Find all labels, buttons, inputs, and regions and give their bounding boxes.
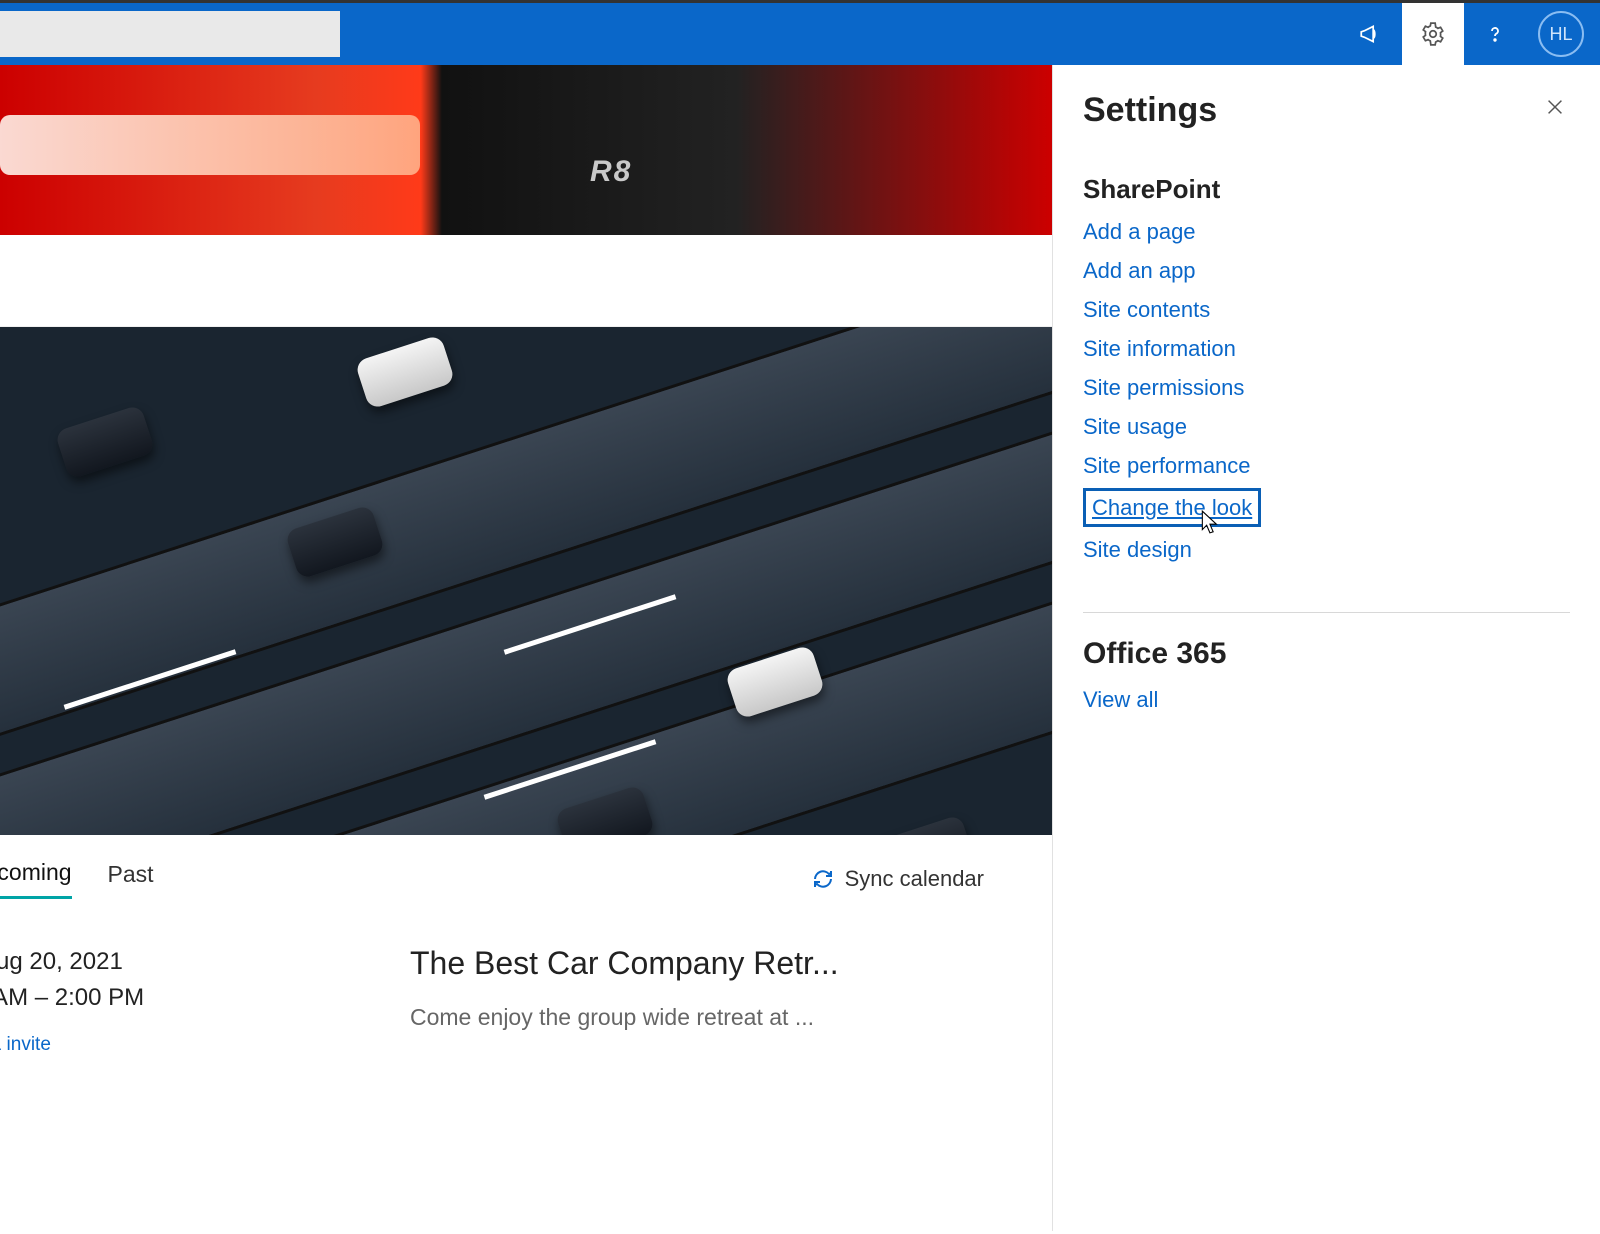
refresh-icon — [811, 867, 835, 891]
link-view-all[interactable]: View all — [1083, 687, 1158, 712]
office365-heading: Office 365 — [1083, 637, 1570, 671]
panel-divider — [1083, 612, 1570, 613]
title-strip — [0, 235, 1052, 327]
search-input[interactable] — [0, 11, 340, 57]
link-site-permissions[interactable]: Site permissions — [1083, 371, 1244, 404]
link-add-page[interactable]: Add a page — [1083, 215, 1196, 248]
tab-upcoming[interactable]: Upcoming — [0, 859, 72, 899]
event-title[interactable]: The Best Car Company Retr... — [410, 945, 1022, 982]
close-icon[interactable] — [1540, 91, 1570, 127]
event-invite-link[interactable]: Save & invite — [0, 1032, 410, 1059]
traffic-image — [0, 327, 1052, 835]
sharepoint-heading: SharePoint — [1083, 174, 1570, 205]
settings-panel: Settings SharePoint Add a page Add an ap… — [1052, 65, 1600, 1231]
hero-banner: R8 — [0, 65, 1052, 235]
event-item: Fri, Aug 20, 2021 9:00 AM – 2:00 PM Save… — [0, 905, 1052, 1059]
events-section: Upcoming Past Sync calendar Fri, Aug 20,… — [0, 835, 1052, 1059]
link-site-performance[interactable]: Site performance — [1083, 449, 1251, 482]
main-content: R8 Upcoming Past — [0, 65, 1052, 1231]
link-add-app[interactable]: Add an app — [1083, 254, 1196, 287]
hero-badge-text: R8 — [590, 155, 632, 189]
megaphone-icon[interactable] — [1340, 3, 1402, 65]
sharepoint-links: Add a page Add an app Site contents Site… — [1083, 215, 1570, 566]
sync-label: Sync calendar — [845, 866, 984, 892]
event-date: Fri, Aug 20, 2021 — [0, 945, 410, 979]
tab-past[interactable]: Past — [108, 861, 154, 898]
sync-calendar-button[interactable]: Sync calendar — [811, 866, 1024, 892]
event-description: Come enjoy the group wide retreat at ... — [410, 1004, 1022, 1031]
header-actions: HL — [1340, 3, 1590, 65]
event-time: 9:00 AM – 2:00 PM — [0, 981, 410, 1015]
link-site-usage[interactable]: Site usage — [1083, 410, 1187, 443]
event-tabs: Upcoming Past Sync calendar — [0, 853, 1052, 905]
gear-icon[interactable] — [1402, 3, 1464, 65]
cursor-icon — [1200, 509, 1222, 535]
link-site-design[interactable]: Site design — [1083, 533, 1192, 566]
panel-title: Settings — [1083, 91, 1217, 130]
link-site-information[interactable]: Site information — [1083, 332, 1236, 365]
avatar[interactable]: HL — [1538, 11, 1584, 57]
link-change-the-look[interactable]: Change the look — [1083, 488, 1261, 527]
help-icon[interactable] — [1464, 3, 1526, 65]
top-header: HL — [0, 3, 1600, 65]
link-site-contents[interactable]: Site contents — [1083, 293, 1210, 326]
